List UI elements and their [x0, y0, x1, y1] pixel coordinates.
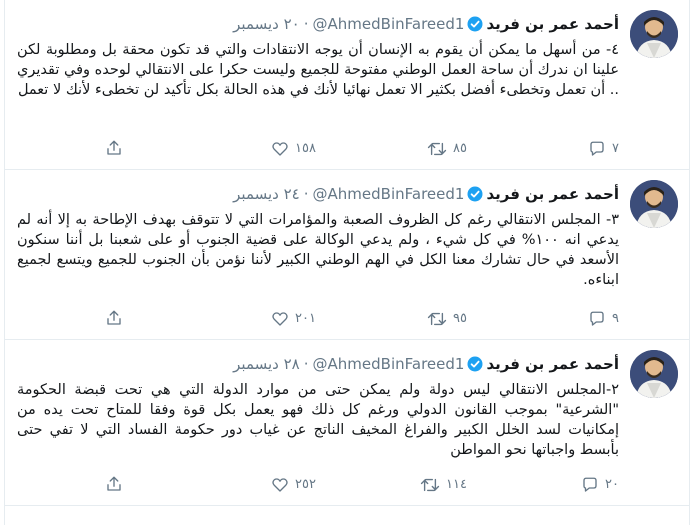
- retweet-count: ٨٥: [453, 141, 467, 156]
- tweet-body: ٢-المجلس الانتقالي ليس دولة ولم يمكن حتى…: [17, 382, 619, 458]
- tweet-date[interactable]: ٢٤ ديسمبر: [233, 185, 300, 203]
- reply-count: ٧: [612, 141, 619, 156]
- tweet[interactable]: أحمد عمر بن فريد @AhmedBinFareed1·٢٠ ديسم…: [5, 0, 689, 170]
- separator-dot: ·: [303, 185, 309, 203]
- timeline: أحمد عمر بن فريد@AhmedBinFareed1·٢٠ ديسم…: [4, 0, 690, 525]
- tweet-actions: ٢٠ ١١٤ ٢٥٢: [105, 475, 619, 495]
- tweet-actions: ٩ ٩٥ ٢٠١: [105, 309, 619, 329]
- like-button[interactable]: ١٥٨: [271, 139, 316, 159]
- separator-dot: ·: [303, 355, 309, 373]
- like-count: ٢٠١: [295, 311, 316, 326]
- retweet-button[interactable]: ٨٥: [427, 139, 467, 159]
- tweet-date[interactable]: ٢٨ ديسمبر: [233, 355, 300, 373]
- retweet-count: ٩٥: [453, 311, 467, 326]
- like-count: ٢٥٢: [295, 477, 316, 492]
- tweet[interactable]: أحمد عمر بن فريد @AhmedBinFareed1·٢٤ ديسم…: [5, 170, 689, 340]
- tweet[interactable]: أحمد عمر بن فريد @AhmedBinFareed1·٢٨ ديسم…: [5, 340, 689, 506]
- reply-button[interactable]: ٩: [588, 309, 619, 329]
- like-button[interactable]: ٢٥٢: [271, 475, 316, 495]
- reply-icon: [581, 476, 599, 494]
- separator-dot: ·: [303, 15, 309, 33]
- tweet-header: أحمد عمر بن فريد @AhmedBinFareed1·٢٠ ديسم…: [233, 14, 619, 37]
- author-handle[interactable]: @AhmedBinFareed1: [313, 185, 465, 203]
- verified-badge-icon: [467, 16, 483, 37]
- share-icon: [105, 309, 123, 327]
- avatar[interactable]: [630, 180, 678, 228]
- verified-badge-icon: [467, 186, 483, 207]
- reply-button[interactable]: ٢٠: [581, 475, 619, 495]
- heart-icon: [271, 140, 289, 158]
- retweet-button[interactable]: ١١٤: [420, 475, 467, 495]
- tweet-text: ٤- من أسهل ما يمكن أن يقوم به الإنسان أن…: [17, 40, 619, 100]
- retweet-icon: [427, 310, 447, 328]
- like-count: ١٥٨: [295, 141, 316, 156]
- tweet-date[interactable]: ٢٠ ديسمبر: [233, 15, 300, 33]
- tweet-body: ٤- من أسهل ما يمكن أن يقوم به الإنسان أن…: [17, 42, 619, 98]
- tweet-body: ٣- المجلس الانتقالي رغم كل الظروف الصعبة…: [17, 212, 619, 288]
- reply-count: ٢٠: [605, 477, 619, 492]
- share-icon: [105, 475, 123, 493]
- retweet-icon: [420, 476, 440, 494]
- retweet-button[interactable]: ٩٥: [427, 309, 467, 329]
- avatar[interactable]: [630, 10, 678, 58]
- like-button[interactable]: ٢٠١: [271, 309, 316, 329]
- share-icon: [105, 139, 123, 157]
- share-button[interactable]: [105, 309, 123, 327]
- reply-icon: [588, 140, 606, 158]
- reply-button[interactable]: ٧: [588, 139, 619, 159]
- retweet-icon: [427, 140, 447, 158]
- author-name[interactable]: أحمد عمر بن فريد: [486, 15, 619, 33]
- reply-icon: [588, 310, 606, 328]
- reply-count: ٩: [612, 311, 619, 326]
- author-name[interactable]: أحمد عمر بن فريد: [486, 355, 619, 373]
- share-button[interactable]: [105, 139, 123, 157]
- author-handle[interactable]: @AhmedBinFareed1: [313, 355, 465, 373]
- tweet-header: أحمد عمر بن فريد @AhmedBinFareed1·٢٨ ديسم…: [233, 354, 619, 377]
- avatar[interactable]: [630, 350, 678, 398]
- tweet-text: ٣- المجلس الانتقالي رغم كل الظروف الصعبة…: [17, 210, 619, 290]
- author-name[interactable]: أحمد عمر بن فريد: [486, 185, 619, 203]
- tweet-actions: ٧ ٨٥ ١٥٨: [105, 139, 619, 159]
- tweet-header: أحمد عمر بن فريد @AhmedBinFareed1·٢٤ ديسم…: [233, 184, 619, 207]
- author-handle[interactable]: @AhmedBinFareed1: [313, 15, 465, 33]
- heart-icon: [271, 310, 289, 328]
- heart-icon: [271, 476, 289, 494]
- verified-badge-icon: [467, 356, 483, 377]
- tweet-text: ٢-المجلس الانتقالي ليس دولة ولم يمكن حتى…: [17, 380, 619, 460]
- share-button[interactable]: [105, 475, 123, 493]
- retweet-count: ١١٤: [446, 477, 467, 492]
